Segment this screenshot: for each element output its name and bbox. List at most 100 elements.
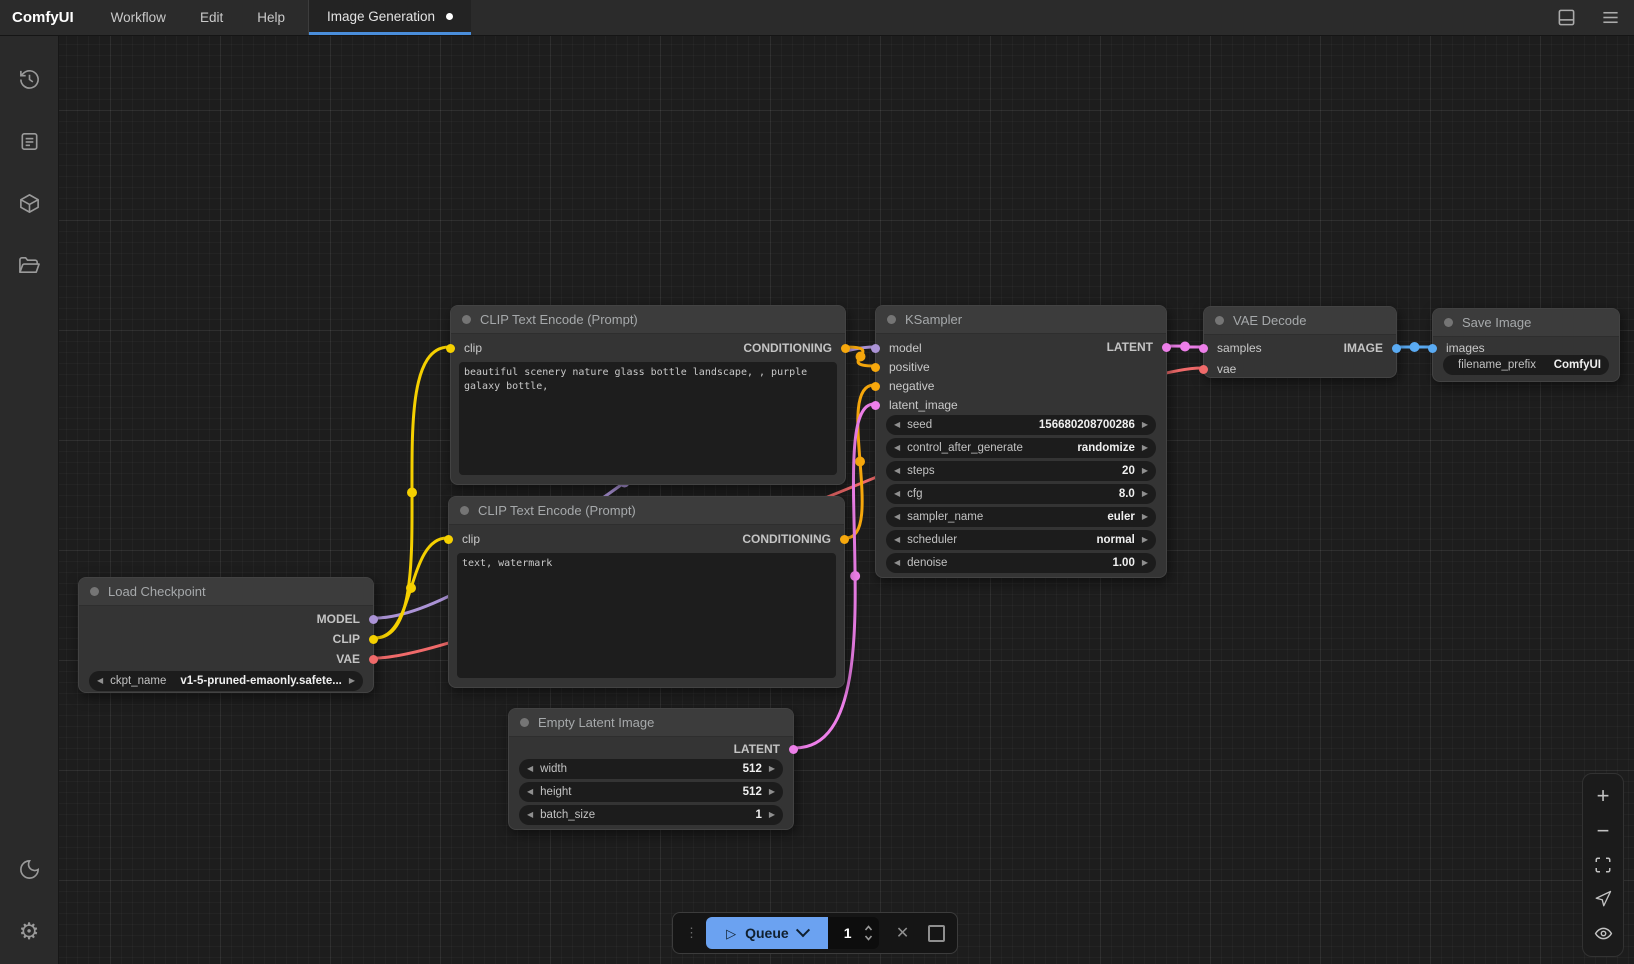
hamburger-menu-icon[interactable] xyxy=(1600,8,1620,28)
widget-steps[interactable]: ◀steps20▶ xyxy=(886,461,1156,481)
history-icon[interactable] xyxy=(0,48,59,110)
fit-view-icon[interactable] xyxy=(1591,853,1615,877)
output-port-VAE[interactable] xyxy=(369,655,378,664)
model-library-icon[interactable] xyxy=(0,172,59,234)
decrement-arrow[interactable]: ◀ xyxy=(894,507,900,527)
increment-arrow[interactable]: ▶ xyxy=(1142,484,1148,504)
collapse-dot[interactable] xyxy=(887,315,896,324)
node-vae_decode[interactable]: VAE DecodesamplesvaeIMAGE xyxy=(1203,306,1397,378)
menu-edit[interactable]: Edit xyxy=(183,0,240,35)
widget-batch_size[interactable]: ◀batch_size1▶ xyxy=(519,805,783,825)
decrement-arrow[interactable]: ◀ xyxy=(894,461,900,481)
node-load_checkpoint[interactable]: Load CheckpointMODELCLIPVAE◀ckpt_namev1-… xyxy=(78,577,374,693)
node-empty_latent[interactable]: Empty Latent ImageLATENT◀width512▶◀heigh… xyxy=(508,708,794,830)
widget-cfg[interactable]: ◀cfg8.0▶ xyxy=(886,484,1156,504)
widget-sampler_name[interactable]: ◀sampler_nameeuler▶ xyxy=(886,507,1156,527)
output-port-LATENT[interactable] xyxy=(1162,343,1171,352)
tab-image-generation[interactable]: Image Generation xyxy=(309,0,471,35)
increment-arrow[interactable]: ▶ xyxy=(769,805,775,825)
output-port-MODEL[interactable] xyxy=(369,615,378,624)
increment-arrow[interactable]: ▶ xyxy=(1142,438,1148,458)
collapse-dot[interactable] xyxy=(1444,318,1453,327)
input-port-model[interactable] xyxy=(871,344,880,353)
collapse-dot[interactable] xyxy=(462,315,471,324)
input-port-clip[interactable] xyxy=(444,535,453,544)
input-port-positive[interactable] xyxy=(871,363,880,372)
output-port-CONDITIONING[interactable] xyxy=(840,535,849,544)
increment-arrow[interactable]: ▶ xyxy=(1142,415,1148,435)
output-port-IMAGE[interactable] xyxy=(1392,344,1401,353)
input-port-clip[interactable] xyxy=(446,344,455,353)
widget-control_after_generate[interactable]: ◀control_after_generaterandomize▶ xyxy=(886,438,1156,458)
workflows-folder-icon[interactable] xyxy=(0,234,59,296)
settings-gear-icon[interactable]: ⚙ xyxy=(0,900,59,962)
clear-x-icon[interactable]: ✕ xyxy=(896,923,909,943)
increment-arrow[interactable]: ▶ xyxy=(349,671,355,691)
menu-workflow[interactable]: Workflow xyxy=(94,0,183,35)
output-port-LATENT[interactable] xyxy=(789,745,798,754)
zoom-out-icon[interactable]: − xyxy=(1591,819,1615,843)
decrement-arrow[interactable]: ◀ xyxy=(894,484,900,504)
input-port-negative[interactable] xyxy=(871,382,880,391)
widget-denoise[interactable]: ◀denoise1.00▶ xyxy=(886,553,1156,573)
node-clip_encode_1[interactable]: CLIP Text Encode (Prompt)clipCONDITIONIN… xyxy=(450,305,846,485)
node-clip_encode_2[interactable]: CLIP Text Encode (Prompt)clipCONDITIONIN… xyxy=(448,496,845,688)
node-title-text: Empty Latent Image xyxy=(538,715,654,730)
widget-width[interactable]: ◀width512▶ xyxy=(519,759,783,779)
batch-count-input[interactable]: 1 xyxy=(828,917,879,949)
decrement-arrow[interactable]: ◀ xyxy=(97,671,103,691)
node-title-text: VAE Decode xyxy=(1233,313,1306,328)
output-port-CLIP[interactable] xyxy=(369,635,378,644)
queue-button[interactable]: ▷ Queue xyxy=(706,917,828,949)
decrement-arrow[interactable]: ◀ xyxy=(894,530,900,550)
collapse-dot[interactable] xyxy=(1215,316,1224,325)
input-port-samples[interactable] xyxy=(1199,344,1208,353)
node-save_image[interactable]: Save Image imagesfilename_prefixComfyUI xyxy=(1432,308,1620,382)
decrement-arrow[interactable]: ◀ xyxy=(527,759,533,779)
output-label-MODEL: MODEL xyxy=(317,611,360,627)
toggle-visibility-icon[interactable] xyxy=(1591,922,1615,946)
panel-bottom-icon[interactable] xyxy=(1556,8,1576,28)
node-library-icon[interactable] xyxy=(0,110,59,172)
drag-handle[interactable]: ⋮ xyxy=(685,925,698,941)
increment-arrow[interactable]: ▶ xyxy=(1142,461,1148,481)
prompt-textarea[interactable]: beautiful scenery nature glass bottle la… xyxy=(459,362,837,475)
input-port-images[interactable] xyxy=(1428,344,1437,353)
zoom-in-icon[interactable]: + xyxy=(1591,784,1615,808)
prompt-textarea[interactable]: text, watermark xyxy=(457,553,836,678)
input-label-latent_image: latent_image xyxy=(889,397,958,413)
node-ksampler[interactable]: KSamplermodelpositivenegativelatent_imag… xyxy=(875,305,1167,578)
select-mode-icon[interactable] xyxy=(1591,887,1615,911)
batch-count-value: 1 xyxy=(844,917,852,949)
input-port-vae[interactable] xyxy=(1199,365,1208,374)
widget-seed[interactable]: ◀seed156680208700286▶ xyxy=(886,415,1156,435)
increment-arrow[interactable]: ▶ xyxy=(769,782,775,802)
widget-scheduler[interactable]: ◀schedulernormal▶ xyxy=(886,530,1156,550)
increment-arrow[interactable]: ▶ xyxy=(1142,553,1148,573)
increment-arrow[interactable]: ▶ xyxy=(1142,507,1148,527)
batch-stepper[interactable] xyxy=(863,922,874,944)
input-label-images: images xyxy=(1446,340,1485,356)
menu-help[interactable]: Help xyxy=(240,0,302,35)
increment-arrow[interactable]: ▶ xyxy=(769,759,775,779)
decrement-arrow[interactable]: ◀ xyxy=(894,553,900,573)
node-title-text: KSampler xyxy=(905,312,962,327)
widget-height[interactable]: ◀height512▶ xyxy=(519,782,783,802)
stop-square-icon[interactable] xyxy=(928,925,945,942)
decrement-arrow[interactable]: ◀ xyxy=(527,805,533,825)
collapse-dot[interactable] xyxy=(460,506,469,515)
output-port-CONDITIONING[interactable] xyxy=(841,344,850,353)
input-port-latent_image[interactable] xyxy=(871,401,880,410)
theme-moon-icon[interactable] xyxy=(0,838,59,900)
decrement-arrow[interactable]: ◀ xyxy=(894,415,900,435)
decrement-arrow[interactable]: ◀ xyxy=(894,438,900,458)
decrement-arrow[interactable]: ◀ xyxy=(527,782,533,802)
widget-filename_prefix[interactable]: filename_prefixComfyUI xyxy=(1443,355,1609,375)
node-title-bar: Save Image xyxy=(1433,309,1619,337)
widget-value: v1-5-pruned-emaonly.safete... xyxy=(180,675,341,687)
collapse-dot[interactable] xyxy=(520,718,529,727)
collapse-dot[interactable] xyxy=(90,587,99,596)
increment-arrow[interactable]: ▶ xyxy=(1142,530,1148,550)
widget-ckpt_name[interactable]: ◀ckpt_namev1-5-pruned-emaonly.safete...▶ xyxy=(89,671,363,691)
tab-label: Image Generation xyxy=(327,9,435,24)
